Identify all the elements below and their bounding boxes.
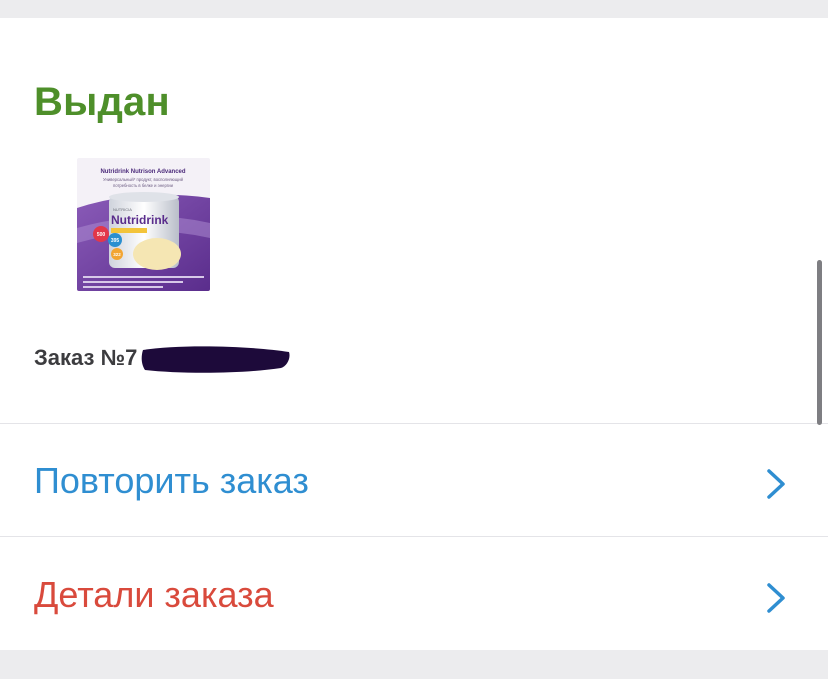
product-subtitle-line-2: потребность в белке и энергии [113, 183, 174, 188]
product-badge-1: 500 [97, 232, 106, 238]
product-subtitle-line-1: Универсальный* продукт, восполняющий [103, 177, 184, 182]
product-title-line: Nutridrink Nutrison Advanced [100, 169, 185, 175]
order-card: Выдан Nutridrink Nutrison Advanced Униве… [0, 18, 828, 650]
repeat-order-label: Повторить заказ [34, 460, 309, 501]
scrollbar[interactable] [817, 260, 822, 425]
order-details-label: Детали заказа [34, 574, 274, 615]
repeat-order-button[interactable]: Повторить заказ [0, 423, 828, 535]
product-image[interactable]: Nutridrink Nutrison Advanced Универсальн… [77, 158, 210, 291]
product-name: Nutridrink [111, 213, 169, 227]
chevron-right-icon [767, 469, 785, 499]
product-package-illustration: Nutridrink Nutrison Advanced Универсальн… [77, 158, 210, 291]
order-details-button[interactable]: Детали заказа [0, 537, 828, 649]
product-brand: NUTRICIA [113, 207, 132, 212]
chevron-right-icon [767, 583, 785, 613]
order-number: Заказ №7 [34, 345, 138, 370]
product-badge-3: 322 [113, 252, 121, 257]
product-badge-2: 395 [111, 238, 120, 244]
redaction-mark [141, 346, 290, 373]
order-status: Выдан [34, 80, 170, 124]
